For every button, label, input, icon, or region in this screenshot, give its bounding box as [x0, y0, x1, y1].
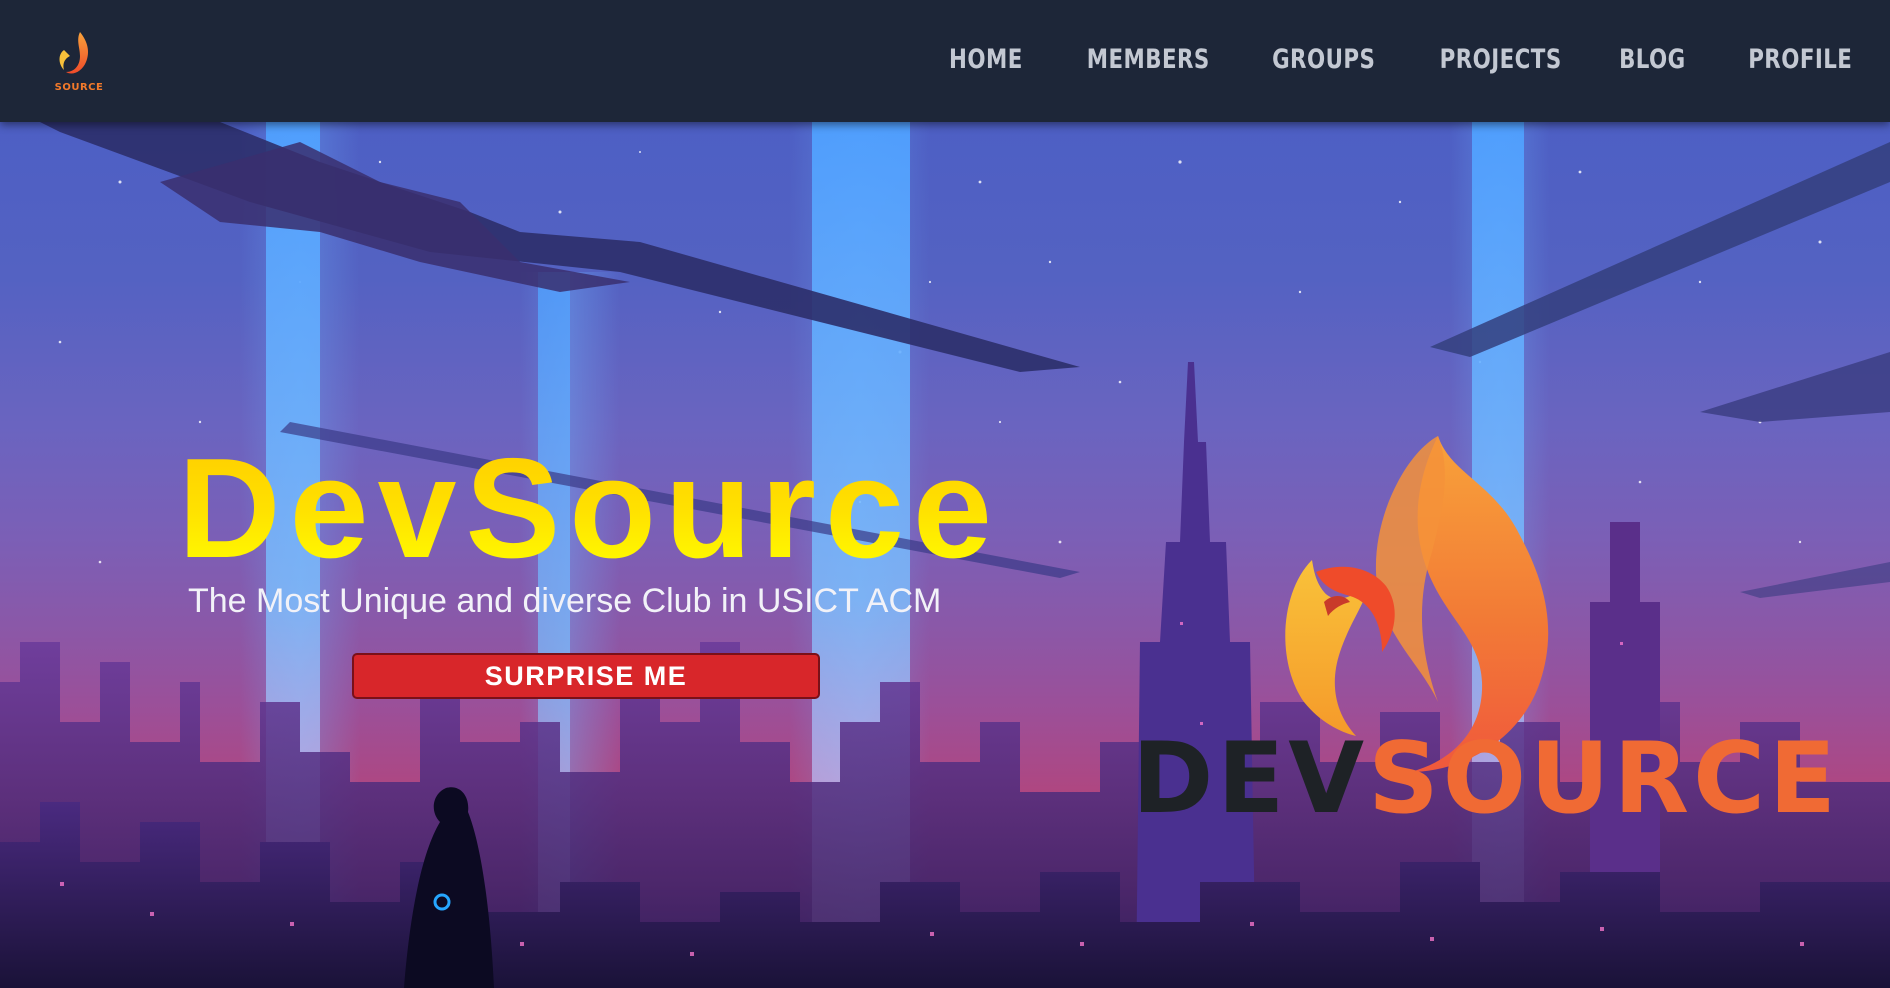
page: SOURCE HOME MEMBERS GROUPS PROJECTS BLOG… — [0, 0, 1890, 988]
nav-logo-text: SOURCE — [54, 82, 104, 93]
wordmark-source: SOURCE — [1368, 722, 1840, 836]
nav-members[interactable]: MEMBERS — [1087, 44, 1210, 75]
nav-projects[interactable]: PROJECTS — [1440, 44, 1562, 75]
nav-profile[interactable]: PROFILE — [1748, 44, 1852, 75]
surprise-me-button[interactable]: SURPRISE ME — [352, 653, 820, 699]
nav-groups[interactable]: GROUPS — [1272, 44, 1375, 75]
flame-logo-icon — [59, 32, 88, 74]
nav-home[interactable]: HOME — [949, 44, 1023, 75]
main-nav: HOME MEMBERS GROUPS PROJECTS BLOG PROFIL… — [891, 44, 1852, 75]
nav-logo[interactable]: SOURCE — [48, 28, 110, 98]
hero-title: DevSource — [178, 429, 1001, 588]
devsource-wordmark: DEVSOURCE — [1132, 730, 1840, 828]
hero-subtitle: The Most Unique and diverse Club in USIC… — [188, 582, 942, 620]
hero-section: DevSource The Most Unique and diverse Cl… — [0, 122, 1890, 988]
wordmark-dev: DEV — [1132, 722, 1369, 836]
nav-blog[interactable]: BLOG — [1619, 44, 1686, 75]
navbar: SOURCE HOME MEMBERS GROUPS PROJECTS BLOG… — [0, 0, 1890, 122]
